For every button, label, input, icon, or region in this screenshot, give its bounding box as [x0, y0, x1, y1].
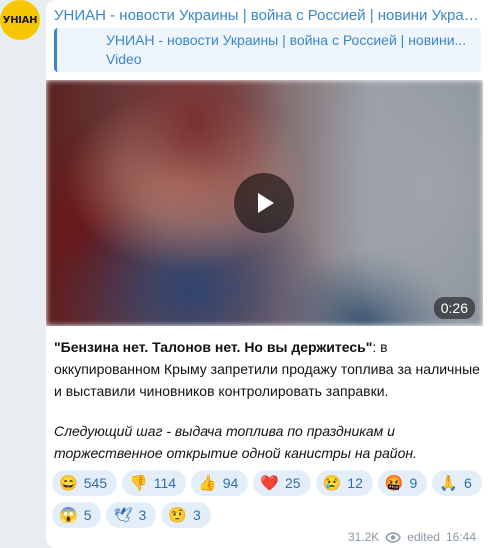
reaction-chip[interactable]: 👎 114 — [122, 470, 187, 496]
message-italic: Следующий шаг - выдача топлива по праздн… — [54, 423, 417, 461]
crying-face-icon: 😢 — [322, 474, 342, 492]
reaction-chip[interactable]: 👍 94 — [191, 470, 249, 496]
view-count: 31.2K — [347, 530, 380, 544]
reaction-count: 9 — [409, 475, 418, 491]
thumbs-up-icon: 👍 — [198, 474, 217, 492]
channel-avatar[interactable]: УНІАН — [0, 0, 40, 40]
reaction-chip[interactable]: 😱 5 — [52, 502, 102, 528]
forwarded-reply[interactable]: УНИАН - новости Украины | война с Россие… — [54, 28, 481, 72]
heart-icon: ❤️ — [260, 474, 280, 492]
message-text: "Бензина нет. Талонов нет. Но вы держите… — [54, 336, 480, 464]
reaction-chip[interactable]: 😄 545 — [52, 470, 118, 496]
play-icon — [258, 193, 274, 213]
video-duration: 0:26 — [433, 297, 475, 319]
raised-eyebrow-face-icon: 🤨 — [168, 506, 188, 524]
reaction-count: 6 — [464, 475, 472, 491]
reaction-count: 545 — [83, 475, 108, 491]
message-bold-quote: "Бензина нет. Талонов нет. Но вы держите… — [54, 339, 373, 355]
reaction-count: 94 — [222, 475, 239, 491]
play-button[interactable] — [234, 173, 294, 233]
eye-icon — [385, 531, 402, 543]
reaction-chip[interactable]: 🤬 9 — [377, 470, 428, 496]
reaction-count: 25 — [285, 475, 301, 491]
reply-title: УНИАН - новости Украины | война с Россие… — [106, 32, 467, 48]
reaction-chip[interactable]: 😢 12 — [315, 470, 373, 496]
reaction-chip[interactable]: 🕊 3 — [106, 502, 157, 528]
reaction-count: 3 — [193, 507, 201, 523]
reply-subtitle: Video — [106, 51, 142, 67]
message-time: 16:44 — [445, 530, 476, 544]
reactions-panel: 😄 545 👎 114 👍 94 ❤️ 25 😢 12 🤬 9 🙏 6 😱 5 🕊 3 🤨 3 — [52, 470, 482, 534]
reaction-chip[interactable]: ❤️ 25 — [253, 470, 311, 496]
reaction-count: 5 — [83, 507, 92, 523]
screaming-face-icon: 😱 — [59, 506, 78, 524]
avatar-label: УНІАН — [2, 14, 38, 26]
reaction-chip[interactable]: 🤨 3 — [161, 502, 211, 528]
edited-label: edited — [407, 530, 440, 544]
laughing-face-icon: 😄 — [59, 474, 78, 492]
folded-hands-icon: 🙏 — [439, 474, 459, 492]
message-bubble: УНИАН - новости Украины | война с Россие… — [46, 0, 488, 548]
reaction-count: 12 — [347, 475, 363, 491]
video-preview[interactable]: 0:26 — [46, 80, 483, 326]
message-meta: 31.2K edited 16:44 — [348, 530, 476, 544]
channel-name[interactable]: УНИАН - новости Украины | война с Россие… — [54, 7, 480, 24]
thumbs-down-icon: 👎 — [129, 474, 148, 492]
reaction-chip[interactable]: 🙏 6 — [432, 470, 482, 496]
reaction-count: 114 — [153, 475, 177, 491]
reaction-count: 3 — [138, 507, 147, 523]
swearing-face-icon: 🤬 — [384, 474, 404, 492]
dove-icon: 🕊 — [113, 506, 133, 524]
